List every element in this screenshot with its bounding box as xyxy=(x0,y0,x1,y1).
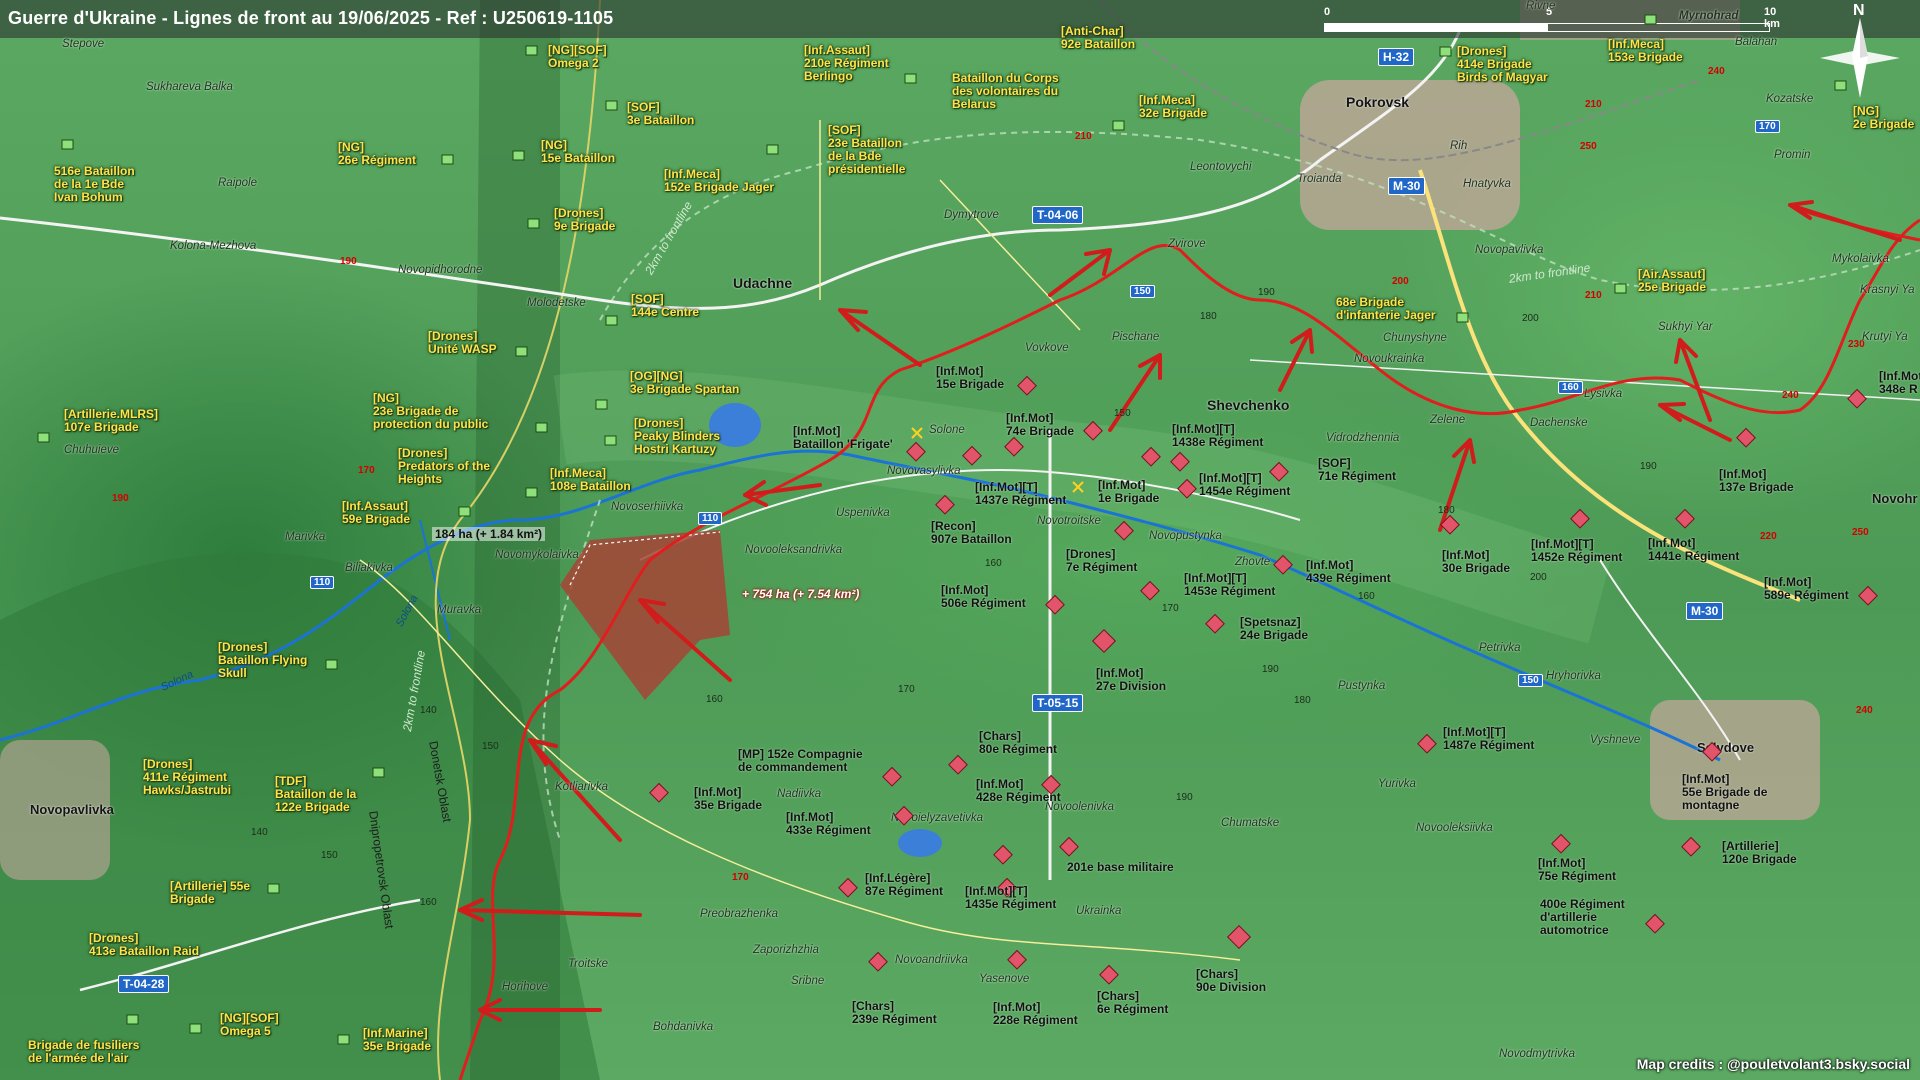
ua-unit-label: [Drones] 413e Bataillon Raid xyxy=(89,931,200,958)
map-credits: Map credits : @pouletvolant3.bsky.social xyxy=(1636,1056,1910,1072)
ua-unit-label: [NG] 23e Brigade de protection du public xyxy=(373,391,489,431)
ua-unit-label: [Air.Assaut] 25e Brigade xyxy=(1638,267,1707,294)
ua-unit-label: [Drones] 9e Brigade xyxy=(554,206,616,233)
ua-unit-label: [NG] 26e Régiment xyxy=(338,140,417,167)
ru-unit-label: [Inf.Mot] 137e Brigade xyxy=(1719,467,1794,494)
ua-unit-label: [Drones] Bataillon Flying Skull xyxy=(218,640,308,680)
ua-unit-label: [Inf.Marine] 35e Brigade xyxy=(363,1026,432,1053)
ua-unit-label: [OG][NG] 3e Brigade Spartan xyxy=(630,369,740,396)
ru-unit-label: [SOF] 71e Régiment xyxy=(1318,456,1397,483)
ru-unit-label: 400e Régiment d'artillerie automotrice xyxy=(1540,897,1625,937)
ua-unit-label: [NG] 15e Bataillon xyxy=(541,138,616,165)
ru-unit-label: [Inf.Mot] 228e Régiment xyxy=(993,1000,1078,1027)
ru-unit-label: [Inf.Mot][T] 1452e Régiment xyxy=(1531,537,1623,564)
ua-unit-label: [Drones] Peaky Blinders Hostri Kartuzy xyxy=(634,416,721,456)
ua-unit-label: [Drones] 414e Brigade Birds of Magyar xyxy=(1457,44,1548,84)
ru-unit-label: [Inf.Mot][T] 1435e Régiment xyxy=(965,884,1057,911)
ua-unit-label: [Inf.Meca] 153e Brigade xyxy=(1608,37,1683,64)
ru-unit-label: [Inf.Mot] 1441e Régiment xyxy=(1648,536,1740,563)
ua-unit-label: [SOF] 23e Bataillon de la Bde présidenti… xyxy=(828,123,906,176)
ru-unit-label: [Inf.Mot] 74e Brigade xyxy=(1006,411,1075,438)
ru-unit-label: [Inf.Mot][T] 1453e Régiment xyxy=(1184,571,1276,598)
ru-unit-label: 201e base militaire xyxy=(1067,860,1174,874)
ua-unit-label: [SOF] 3e Bataillon xyxy=(627,100,695,127)
ru-unit-label: [Inf.Mot] 55e Brigade de montagne xyxy=(1682,772,1768,812)
ua-unit-label: [Artillerie] 55e Brigade xyxy=(170,879,251,906)
ru-unit-label: [Artillerie] 120e Brigade xyxy=(1722,839,1797,866)
ua-unit-label: [TDF] Bataillon de la 122e Brigade xyxy=(275,774,357,814)
ru-unit-label: [MP] 152e Compagnie de commandement xyxy=(738,747,863,774)
ru-unit-label: [Inf.Mot] Bataillon 'Frigate' xyxy=(793,424,893,451)
ua-unit-label: [NG] 2e Brigade xyxy=(1853,104,1915,131)
ua-unit-label: [NG][SOF] Omega 5 xyxy=(220,1011,279,1038)
ua-unit-label: [Drones] Unité WASP xyxy=(428,329,497,356)
ru-unit-label: [Inf.Mot] 506e Régiment xyxy=(941,583,1026,610)
ru-unit-label: [Inf.Mot] 348e R xyxy=(1879,369,1920,396)
ru-unit-label: [Inf.Légère] 87e Régiment xyxy=(865,871,944,898)
ua-unit-label: [Artillerie.MLRS] 107e Brigade xyxy=(64,407,159,434)
ru-unit-label: [Inf.Mot] 428e Régiment xyxy=(976,777,1061,804)
ru-unit-label: [Inf.Mot] 1e Brigade xyxy=(1098,478,1160,505)
ua-unit-label: [Anti-Char] 92e Bataillon xyxy=(1061,24,1136,51)
ru-unit-label: [Inf.Mot] 439e Régiment xyxy=(1306,558,1391,585)
ua-unit-label: 68e Brigade d'infanterie Jager xyxy=(1336,295,1436,322)
ru-unit-label: [Inf.Mot][T] 1437e Régiment xyxy=(975,480,1067,507)
ua-unit-label: [NG][SOF] Omega 2 xyxy=(548,43,607,70)
ru-unit-label: [Drones] 7e Régiment xyxy=(1066,547,1138,574)
ru-unit-label: [Inf.Mot][T] 1438e Régiment xyxy=(1172,422,1264,449)
ru-unit-label: [Recon] 907e Bataillon xyxy=(931,519,1012,546)
ru-unit-label: [Chars] 6e Régiment xyxy=(1097,989,1169,1016)
ru-unit-label: [Inf.Mot] 433e Régiment xyxy=(786,810,871,837)
ru-unit-label: [Inf.Mot][T] 1487e Régiment xyxy=(1443,725,1535,752)
ua-unit-label: [Drones] Predators of the Heights xyxy=(398,446,491,486)
ru-unit-label: [Inf.Mot] 35e Brigade xyxy=(694,785,763,812)
ru-unit-label: [Chars] 239e Régiment xyxy=(852,999,937,1026)
ru-unit-label: [Inf.Mot][T] 1454e Régiment xyxy=(1199,471,1291,498)
ru-unit-label: [Inf.Mot] 75e Régiment xyxy=(1538,856,1617,883)
ru-unit-label: [Inf.Mot] 15e Brigade xyxy=(936,364,1005,391)
ua-unit-label: [Inf.Meca] 108e Bataillon xyxy=(550,466,631,493)
ru-unit-label: [Inf.Mot] 589e Régiment xyxy=(1764,575,1849,602)
ua-unit-label: [SOF] 144e Centre xyxy=(631,292,700,319)
ru-unit-label: [Inf.Mot] 27e Division xyxy=(1096,666,1167,693)
ua-unit-label: 516e Bataillon de la 1e Bde Ivan Bohum xyxy=(54,164,135,204)
map-canvas[interactable]: Guerre d'Ukraine - Lignes de front au 19… xyxy=(0,0,1920,1080)
ru-unit-label: [Chars] 90e Division xyxy=(1196,967,1267,994)
ua-unit-label: [Drones] 411e Régiment Hawks/Jastrubi xyxy=(143,757,232,797)
ua-unit-label: [Inf.Meca] 152e Brigade Jager xyxy=(664,167,775,194)
ru-unit-label: [Inf.Mot] 30e Brigade xyxy=(1442,548,1511,575)
ru-unit-label: [Chars] 80e Régiment xyxy=(979,729,1058,756)
ru-unit-label: [Spetsnaz] 24e Brigade xyxy=(1240,615,1309,642)
ua-unit-label: [Inf.Assaut] 210e Régiment Berlingo xyxy=(804,43,889,83)
ua-unit-label: Bataillon du Corps des volontaires du Be… xyxy=(952,71,1059,111)
ua-unit-label: Brigade de fusiliers de l'armée de l'air xyxy=(28,1038,140,1065)
ua-unit-label: [Inf.Meca] 32e Brigade xyxy=(1139,93,1208,120)
ua-unit-label: [Inf.Assaut] 59e Brigade xyxy=(342,499,411,526)
